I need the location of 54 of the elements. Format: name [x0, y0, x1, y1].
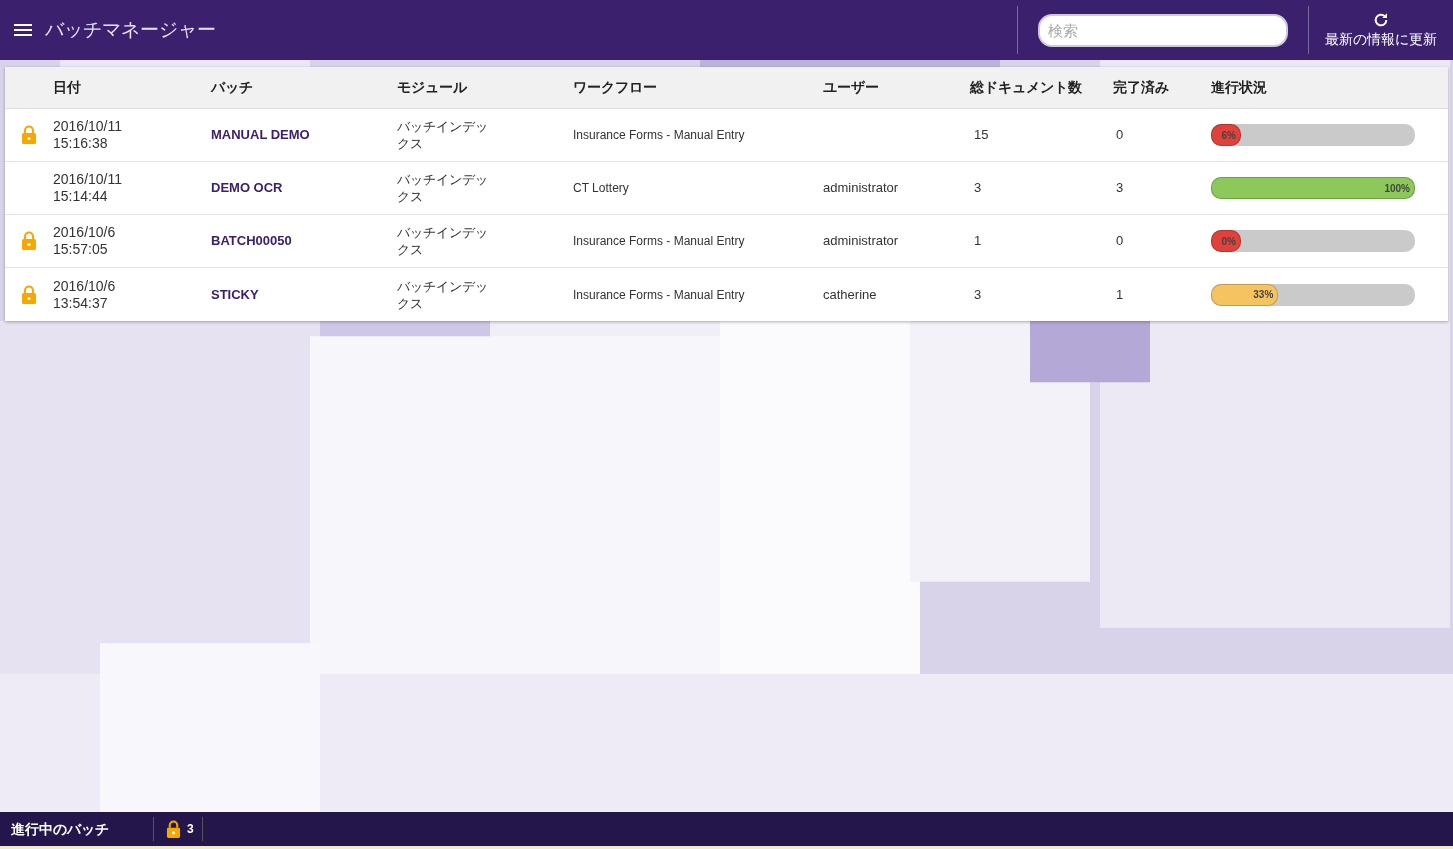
column-header[interactable]: 日付 — [53, 77, 81, 98]
column-header[interactable]: モジュール — [397, 77, 467, 98]
batch-name[interactable]: DEMO OCR — [211, 178, 397, 198]
total-count: 3 — [973, 285, 983, 304]
lock-icon — [21, 284, 37, 305]
batch-name[interactable]: MANUAL DEMO — [211, 125, 397, 145]
table-row[interactable]: 2016/10/6 15:57:05 BATCH00050 バッチインデックス Insurance Forms - Manual Entry administrator 1 0 0% — [5, 215, 1448, 268]
column-header[interactable]: ユーザー — [823, 77, 879, 98]
search-field[interactable]: 検索 — [1038, 13, 1288, 47]
workflow-cell-text: Insurance Forms - Manual Entry — [573, 127, 746, 144]
module-cell-text: バッチインデックス — [397, 171, 489, 205]
status-label: 進行中のバッチ — [11, 819, 110, 839]
column-header[interactable]: 総ドキュメント数 — [970, 77, 1082, 98]
table-row[interactable]: 2016/10/11 15:14:44 DEMO OCR バッチインデックス CT Lottery administrator 3 3 100% — [5, 162, 1448, 215]
lock-icon — [21, 125, 37, 145]
batch-name[interactable]: STICKY — [211, 284, 397, 305]
completed-count: 0 — [1115, 126, 1125, 145]
table-row[interactable]: 2016/10/6 13:54:37 STICKY バッチインデックス Insurance Forms - Manual Entry catherine 3 1 33% — [5, 268, 1448, 321]
lock-icon — [166, 819, 181, 839]
user-cell-text: administrator — [823, 179, 900, 198]
date-cell-text: 2016/10/11 15:16:38 — [53, 118, 124, 152]
date-cell-text: 2016/10/6 15:57:05 — [53, 224, 117, 258]
completed-count: 3 — [1115, 179, 1125, 198]
app-title: バッチマネージャー — [45, 17, 216, 42]
total-count: 1 — [973, 232, 983, 251]
workflow-cell-text: CT Lottery — [573, 180, 630, 197]
total-count: 15 — [973, 126, 990, 145]
workflow-cell-text: Insurance Forms - Manual Entry — [573, 233, 746, 250]
lock-icon — [21, 231, 37, 251]
table-row[interactable]: 2016/10/11 15:16:38 MANUAL DEMO バッチインデックス Insurance Forms - Manual Entry 15 0 6% — [5, 109, 1448, 162]
user-cell-text: catherine — [823, 285, 878, 304]
progress-fill: 100% — [1211, 177, 1415, 199]
workflow-cell-text: Insurance Forms - Manual Entry — [573, 286, 746, 304]
batch-name[interactable]: BATCH00050 — [211, 231, 397, 251]
refresh-icon — [1373, 11, 1389, 28]
column-header[interactable]: ワークフロー — [573, 77, 657, 98]
column-header[interactable]: バッチ — [211, 77, 253, 98]
locked-count: 3 — [187, 821, 194, 838]
date-cell-text: 2016/10/11 15:14:44 — [53, 171, 124, 205]
user-cell-text: administrator — [823, 232, 900, 251]
module-cell-text: バッチインデックス — [397, 224, 489, 258]
progress-fill: 6% — [1211, 124, 1241, 146]
column-header[interactable]: 進行状況 — [1211, 77, 1267, 98]
menu-icon[interactable] — [14, 23, 32, 37]
total-count: 3 — [973, 179, 983, 198]
refresh-button[interactable]: 最新の情報に更新 — [1325, 11, 1437, 49]
date-cell-text: 2016/10/6 13:54:37 — [53, 277, 117, 312]
column-header[interactable]: 完了済み — [1113, 77, 1169, 98]
completed-count: 0 — [1115, 232, 1125, 251]
progress-fill: 33% — [1211, 283, 1279, 306]
module-cell-text: バッチインデックス — [397, 277, 489, 312]
completed-count: 1 — [1115, 285, 1125, 304]
progress-fill: 0% — [1211, 230, 1241, 252]
module-cell-text: バッチインデックス — [397, 118, 489, 152]
